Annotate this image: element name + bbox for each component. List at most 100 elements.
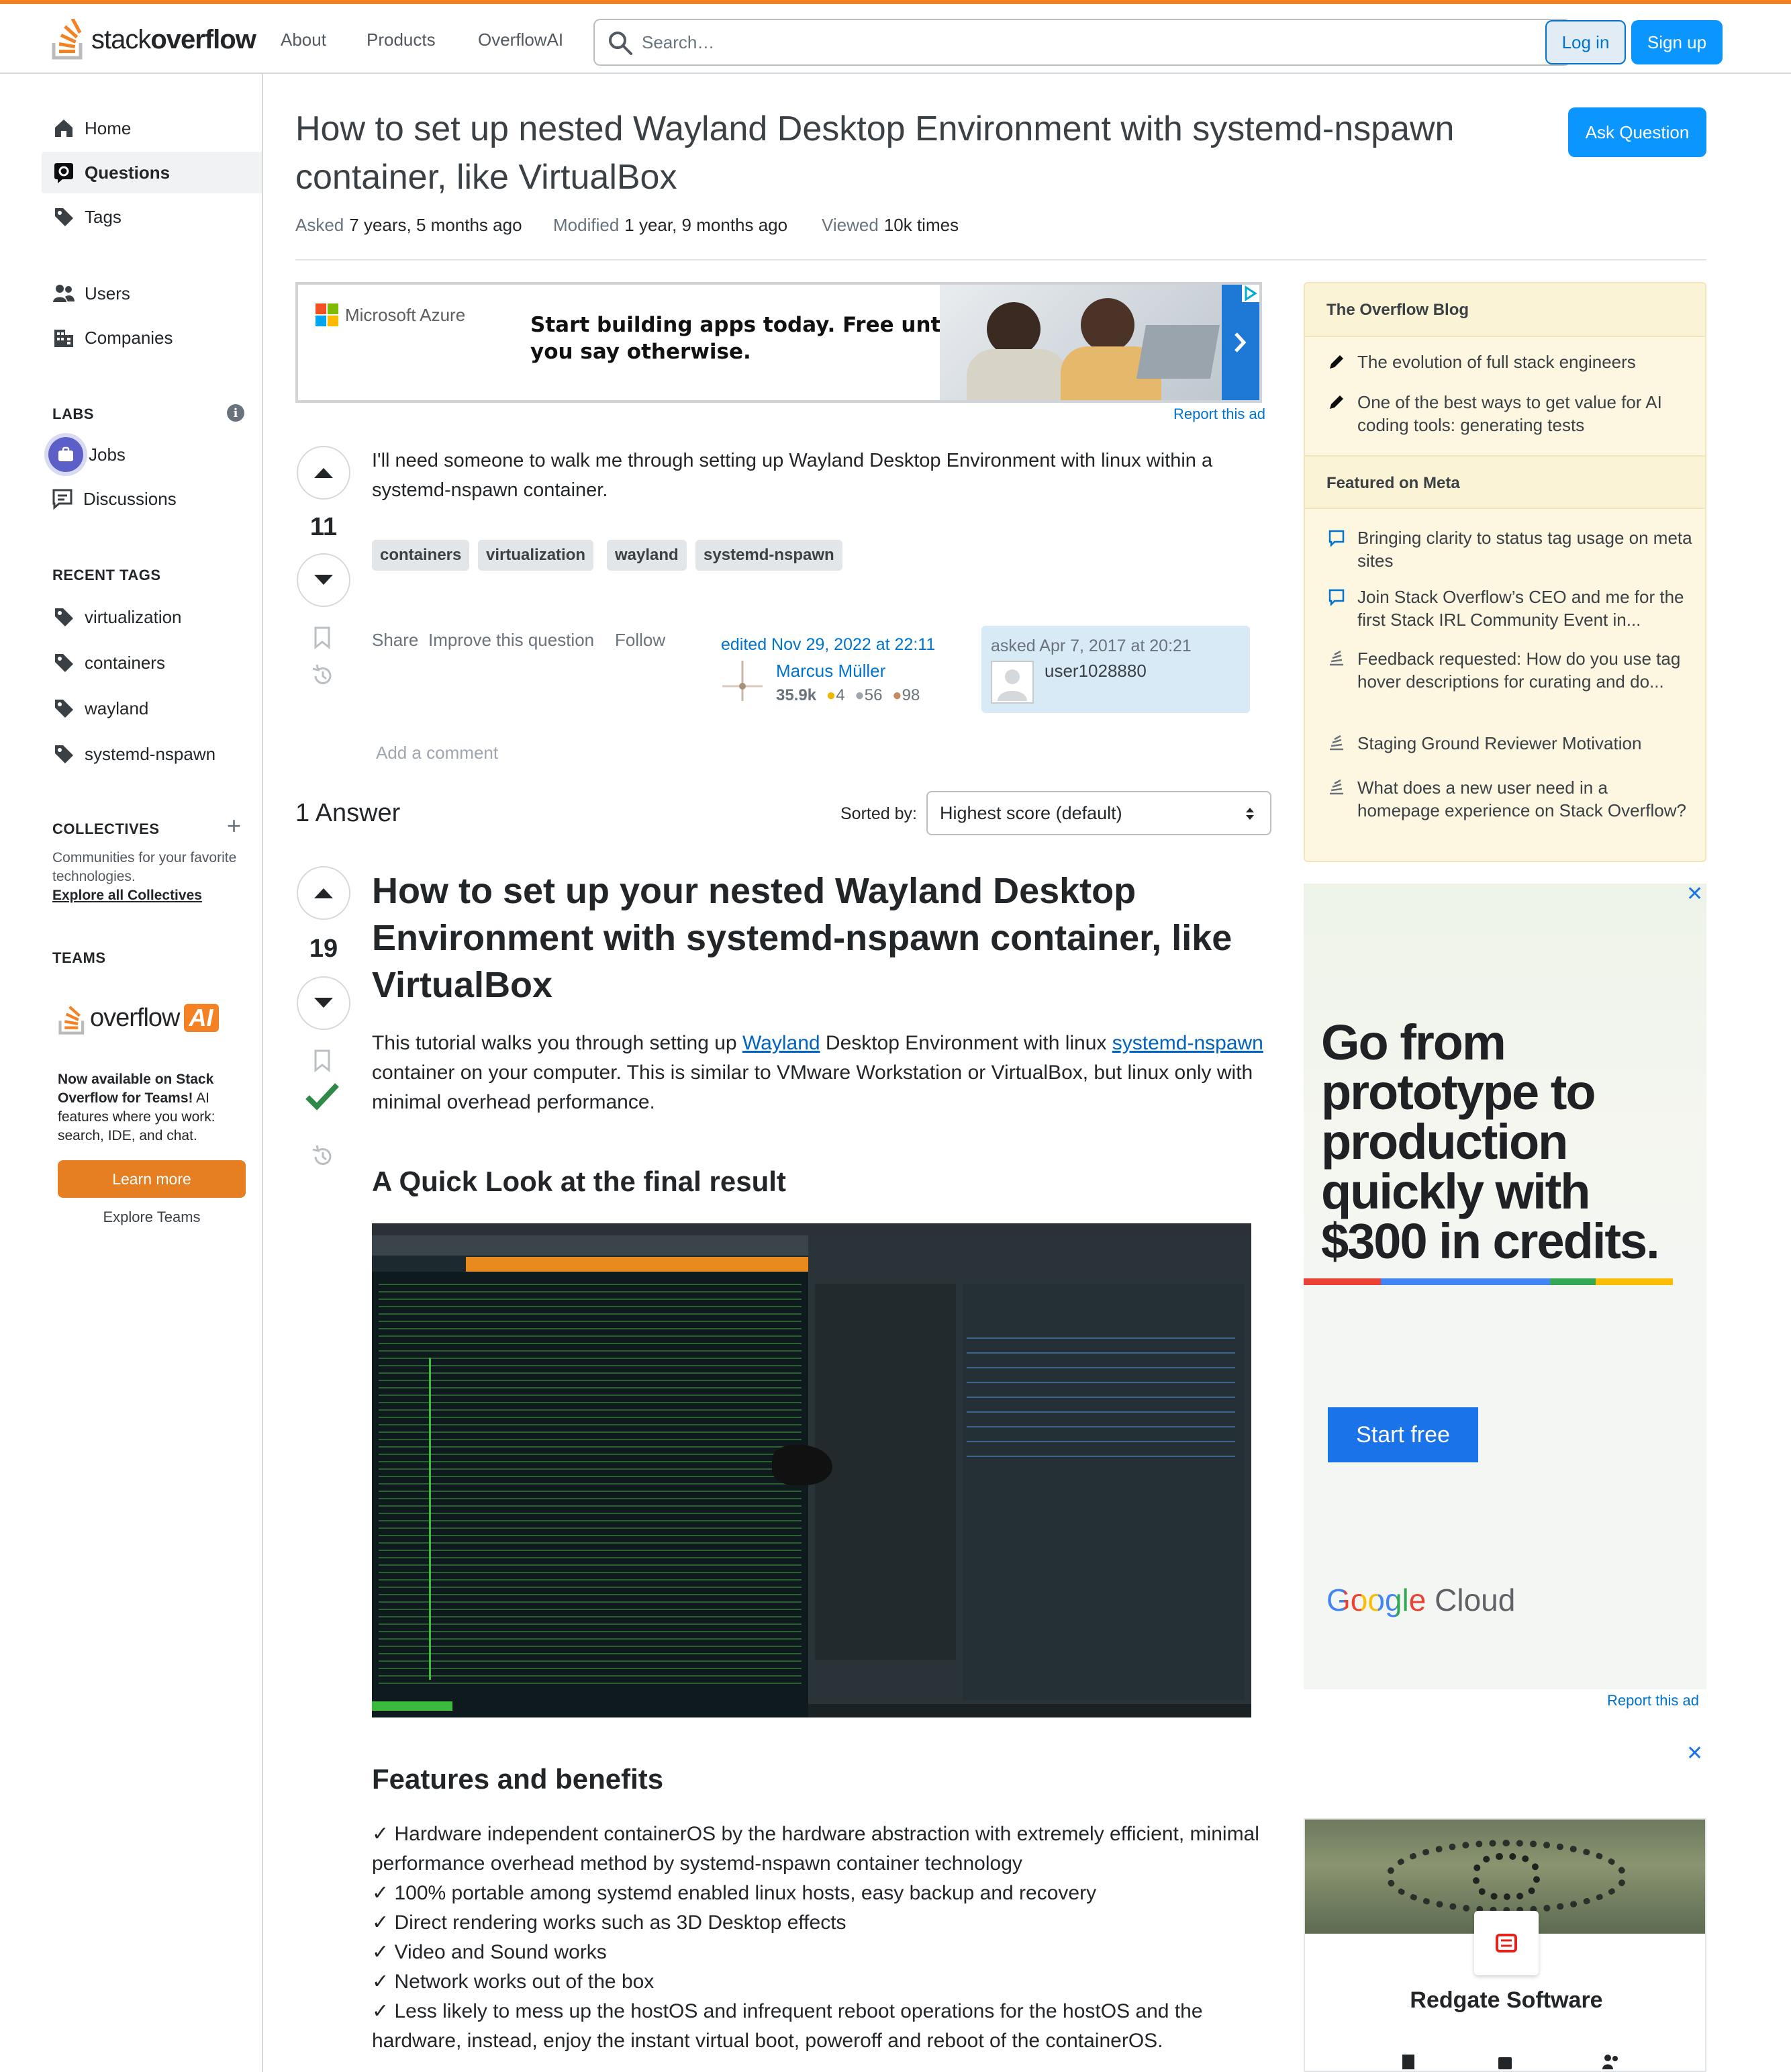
chevron-right-icon [1235,332,1247,352]
teams-heading: TEAMS [52,949,106,966]
home-icon [52,117,75,140]
wayland-link[interactable]: Wayland [742,1032,820,1054]
bookmark-icon[interactable] [313,1049,332,1073]
search-icon [609,32,632,55]
info-icon[interactable]: i [227,404,244,422]
adchoices-icon[interactable] [1242,285,1259,302]
edited-timestamp-link[interactable]: edited Nov 29, 2022 at 22:11 [721,635,935,655]
blog-item-link[interactable]: The evolution of full stack engineers [1357,350,1693,373]
nav-products[interactable]: Products [367,30,436,50]
share-link[interactable]: Share [372,630,418,651]
companies-icon [52,326,75,349]
tag-wayland[interactable]: wayland [607,540,687,571]
microsoft-logo: Microsoft Azure [316,303,465,326]
meta-item-link[interactable]: Bringing clarity to status tag usage on … [1357,526,1693,572]
add-comment-link[interactable]: Add a comment [376,743,498,763]
report-ad-link[interactable]: Report this ad [1173,406,1265,423]
asked-timestamp: asked Apr 7, 2017 at 20:21 [991,637,1192,655]
upvote-arrow-icon [314,468,333,478]
feature-item: ✓ 100% portable among systemd enabled li… [372,1882,1097,1904]
meta-item-link[interactable]: Staging Ground Reviewer Motivation [1357,732,1693,755]
sidebar-tag-systemd-nspawn[interactable]: systemd-nspawn [42,733,262,775]
tag-icon [52,606,75,628]
bookmark-icon[interactable] [313,626,332,650]
sidebar-item-discussions[interactable]: Discussions [42,478,262,520]
blog-item-link[interactable]: One of the best ways to get value for AI… [1357,391,1693,436]
question-upvote-button[interactable] [297,446,350,500]
feature-item: ✓ Network works out of the box [372,1971,655,1993]
redgate-ad[interactable]: Redgate Software [1304,1818,1706,2072]
overflow-blog-widget: The Overflow Blog The evolution of full … [1304,282,1706,862]
sidebar-tag-containers[interactable]: containers [42,642,262,684]
meta-item-link[interactable]: What does a new user need in a homepage … [1357,776,1693,822]
signup-button[interactable]: Sign up [1631,20,1723,64]
question-downvote-button[interactable] [297,553,350,607]
sidebar-item-home[interactable]: Home [42,107,262,149]
stackoverflow-logo[interactable]: stackoverflow [51,19,256,60]
blog-heading: The Overflow Blog [1305,283,1705,337]
sidebar-tag-wayland[interactable]: wayland [42,688,262,729]
add-collective-icon[interactable]: + [227,814,241,838]
azure-ad-banner[interactable]: Microsoft Azure Start building apps toda… [295,282,1262,403]
login-button[interactable]: Log in [1545,20,1626,64]
labs-heading: LABS [52,406,94,422]
microsoft-icon [316,303,338,326]
nav-overflowai[interactable]: OverflowAI [478,30,563,50]
google-cloud-ad[interactable]: Go from prototype to production quickly … [1304,884,1706,1689]
ask-question-button[interactable]: Ask Question [1568,107,1706,157]
close-ad-icon[interactable]: ✕ [1686,1742,1703,1765]
stack-exchange-icon [1330,735,1343,751]
explore-teams-link[interactable]: Explore Teams [58,1209,246,1226]
tag-systemd-nspawn[interactable]: systemd-nspawn [695,540,842,571]
follow-link[interactable]: Follow [615,630,665,651]
sidebar-item-users[interactable]: Users [42,273,262,314]
sidebar-item-tags[interactable]: Tags [42,196,262,238]
learn-more-button[interactable]: Learn more [58,1160,246,1198]
answer-downvote-button[interactable] [297,976,350,1030]
tag-containers[interactable]: containers [372,540,470,571]
downvote-arrow-icon [314,575,333,585]
report-ad-link[interactable]: Report this ad [1607,1692,1699,1709]
meta-chat-icon [1328,530,1345,547]
sidebar-item-jobs[interactable]: Jobs [42,434,262,475]
improve-question-link[interactable]: Improve this question [428,630,594,651]
tag-icon [52,205,75,228]
editor-name-link[interactable]: Marcus Müller [776,661,885,681]
sort-select[interactable]: Highest score (default) [926,791,1271,835]
search-input[interactable]: Search… [593,19,1571,66]
meta-item-link[interactable]: Join Stack Overflow’s CEO and me for the… [1357,585,1693,631]
answer-upvote-button[interactable] [297,866,350,920]
nav-about[interactable]: About [281,30,326,50]
collectives-heading: COLLECTIVES [52,820,160,837]
pencil-icon [1330,395,1343,409]
modified-meta: Modified 1 year, 9 months ago [553,215,788,235]
tag-virtualization[interactable]: virtualization [478,540,594,571]
editor-avatar[interactable] [721,659,764,702]
tag-icon [52,697,75,720]
history-icon[interactable] [310,663,336,689]
stackoverflow-logo-icon [52,19,83,60]
sidebar-item-questions[interactable]: Questions [42,152,262,193]
discussions-icon [51,487,74,510]
sidebar-tag-virtualization[interactable]: virtualization [42,596,262,638]
questions-icon [52,161,75,184]
feature-item: ✓ Less likely to mess up the hostOS and … [372,2000,1203,2052]
stackoverflow-logo-icon [58,1005,85,1035]
asker-name-link[interactable]: user1028880 [1045,661,1147,681]
meta-item-link[interactable]: Feedback requested: How do you use tag h… [1357,647,1693,693]
tag-icon [52,743,75,765]
redgate-name: Redgate Software [1410,1987,1603,2013]
asker-avatar[interactable] [991,661,1034,704]
history-icon[interactable] [310,1144,336,1170]
explore-collectives-link[interactable]: Explore all Collectives [52,886,240,905]
sidebar-item-companies[interactable]: Companies [42,317,262,359]
stack-exchange-icon [1330,650,1343,666]
recent-tags-heading: RECENT TAGS [52,567,161,583]
question-title[interactable]: How to set up nested Wayland Desktop Env… [295,105,1490,201]
ad-text: Start building apps today. Free until yo… [530,313,955,364]
systemd-nspawn-link[interactable]: systemd-nspawn [1112,1032,1263,1054]
collectives-description: Communities for your favorite technologi… [52,850,237,884]
start-free-button[interactable]: Start free [1328,1407,1478,1462]
close-ad-icon[interactable]: ✕ [1686,882,1703,906]
desktop-screenshot-image[interactable] [372,1223,1251,1717]
